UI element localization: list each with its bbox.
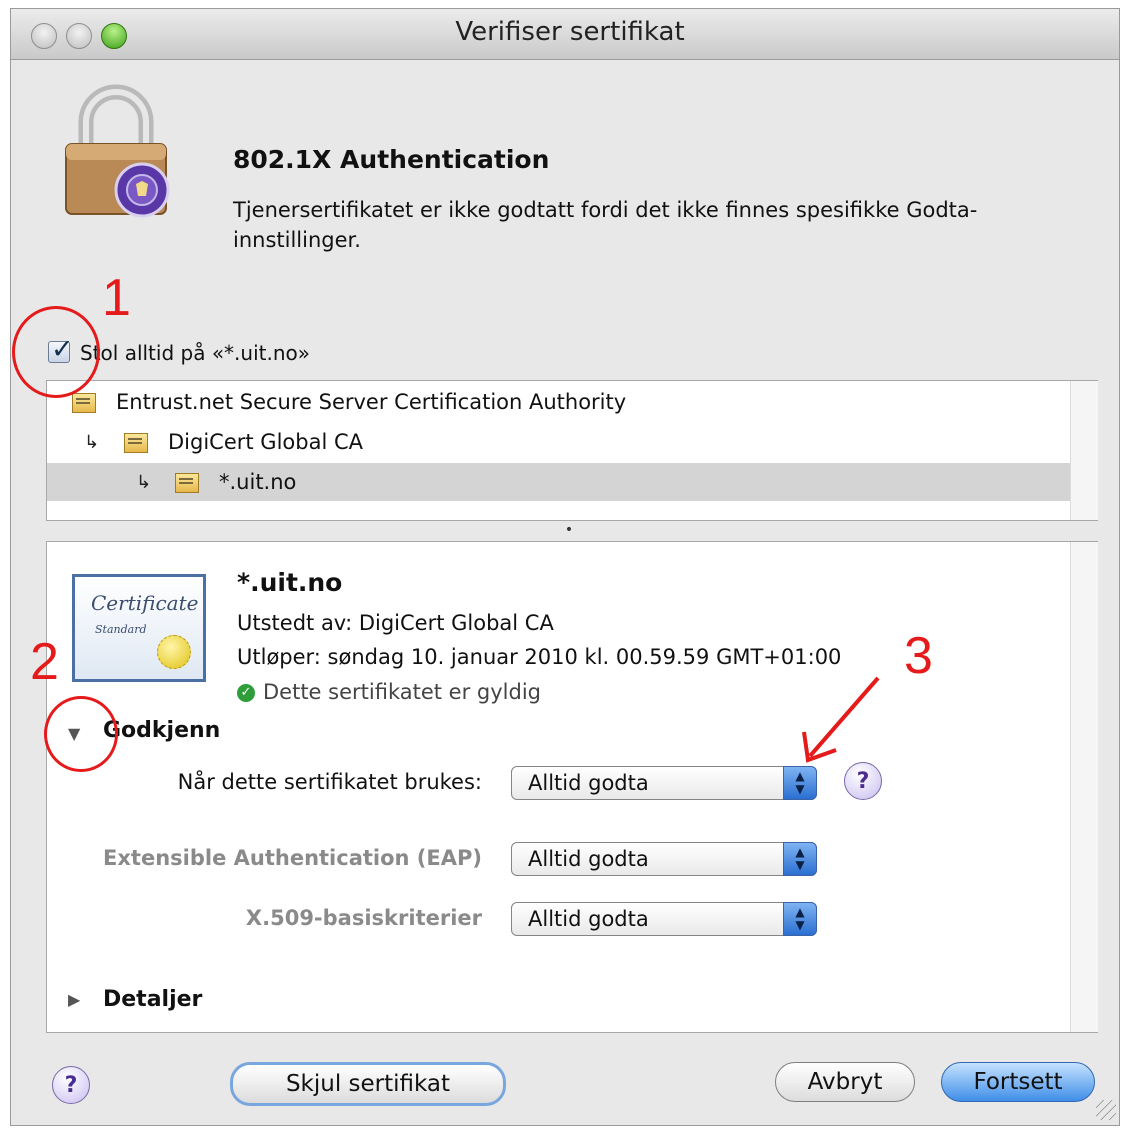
when-using-popup[interactable]: Alltid godta ▲ ▼: [511, 766, 817, 800]
annotation-number-2: 2: [30, 633, 59, 691]
annotation-number-3: 3: [904, 627, 933, 685]
hide-certificate-button[interactable]: Skjul sertifikat: [230, 1062, 506, 1106]
x509-popup[interactable]: Alltid godta ▲ ▼: [511, 902, 817, 936]
chain-scrollbar[interactable]: [1070, 381, 1098, 520]
window-title: Verifiser sertifikat: [455, 17, 685, 47]
padlock-icon: [65, 84, 170, 218]
resize-grip-icon[interactable]: [1096, 1100, 1116, 1120]
annotation-circle-2: [44, 696, 118, 772]
details-section-heading[interactable]: Detaljer: [103, 987, 202, 1012]
certificate-image-title: Certificate: [91, 591, 199, 615]
x509-label: X.509-basiskriterier: [245, 906, 482, 930]
eap-popup[interactable]: Alltid godta ▲ ▼: [511, 842, 817, 876]
chain-item-label: *.uit.no: [219, 470, 297, 494]
details-disclosure-triangle-icon[interactable]: ▶: [68, 990, 80, 1009]
always-trust-label[interactable]: Stol alltid på «*.uit.no»: [80, 341, 310, 365]
annotation-circle-1: [12, 306, 100, 398]
popup-value: Alltid godta: [528, 771, 649, 795]
zoom-window-button[interactable]: [101, 23, 127, 49]
certificate-status: Dette sertifikatet er gyldig: [263, 680, 541, 704]
popup-arrows-icon: ▲ ▼: [783, 766, 817, 800]
minimize-window-button[interactable]: [66, 23, 92, 49]
popup-value: Alltid godta: [528, 847, 649, 871]
annotation-arrow-icon: [802, 676, 880, 763]
seal-icon: [157, 635, 191, 669]
child-arrow-icon: ↳: [84, 432, 100, 453]
chain-item-label: Entrust.net Secure Server Certification …: [116, 390, 627, 414]
popup-arrows-icon: ▲ ▼: [783, 902, 817, 936]
continue-button[interactable]: Fortsett: [941, 1062, 1095, 1102]
certificate-issuer: Utstedt av: DigiCert Global CA: [237, 611, 554, 635]
close-window-button[interactable]: [31, 23, 57, 49]
certificate-icon: [124, 433, 148, 453]
trust-section-heading[interactable]: Godkjenn: [103, 718, 220, 743]
popup-arrows-icon: ▲ ▼: [783, 842, 817, 876]
certificate-icon: [72, 393, 96, 413]
dialog-message: Tjenersertifikatet er ikke godtatt fordi…: [233, 198, 978, 252]
certificate-expiry: Utløper: søndag 10. januar 2010 kl. 00.5…: [237, 645, 842, 669]
popup-value: Alltid godta: [528, 907, 649, 931]
child-arrow-icon: ↳: [136, 472, 152, 493]
chain-item-label: DigiCert Global CA: [168, 430, 363, 454]
help-button[interactable]: ?: [52, 1066, 90, 1104]
dialog-heading: 802.1X Authentication: [233, 145, 550, 174]
certificate-icon: [175, 473, 199, 493]
chain-selection-highlight: [47, 463, 1070, 501]
when-using-label: Når dette sertifikatet brukes:: [177, 770, 482, 794]
detail-scrollbar[interactable]: [1070, 542, 1098, 1032]
certificate-name: *.uit.no: [237, 568, 343, 597]
annotation-number-1: 1: [102, 269, 131, 327]
valid-check-icon: ✓: [237, 684, 255, 702]
certificate-image: Certificate Standard: [72, 574, 206, 682]
eap-label: Extensible Authentication (EAP): [103, 846, 482, 870]
split-view-handle[interactable]: •: [562, 523, 576, 537]
certificate-image-subtitle: Standard: [95, 623, 147, 636]
cancel-button[interactable]: Avbryt: [775, 1062, 915, 1102]
